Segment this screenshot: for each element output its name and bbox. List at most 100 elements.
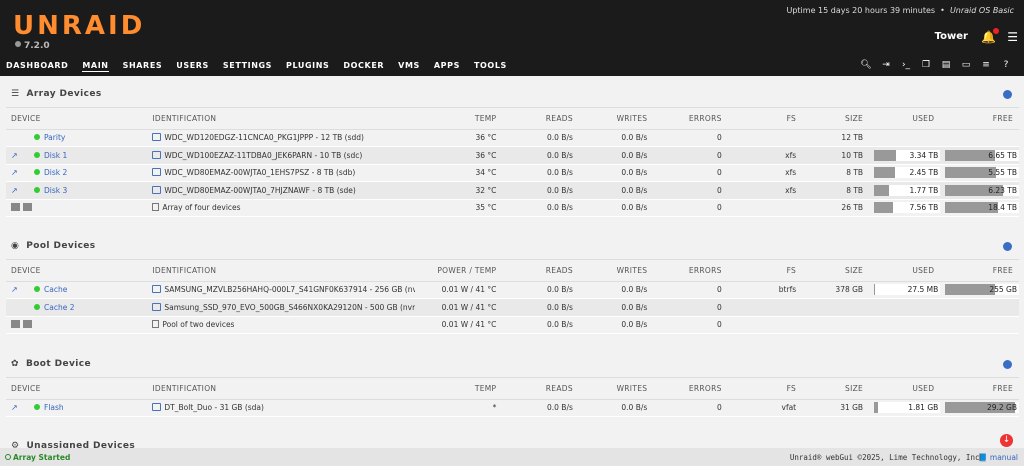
column-header-size: SIZE [802, 108, 870, 130]
scroll-down-icon[interactable]: ↓ [1000, 434, 1013, 447]
free-text: 29.2 GB [986, 403, 1017, 413]
errors-cell: 0 [653, 399, 728, 417]
log-icon[interactable]: ≡ [976, 60, 996, 70]
unraid-logo[interactable]: UNRAID [13, 11, 145, 41]
device-cell: ↗ Disk 1 [6, 146, 148, 165]
feedback-icon[interactable]: ❐ [916, 60, 936, 70]
open-device-icon[interactable]: ↗ [11, 186, 21, 195]
open-device-icon[interactable]: ↗ [11, 151, 21, 160]
open-device-icon[interactable]: ↗ [11, 403, 21, 412]
device-cell: ↗ Disk 3 [6, 181, 148, 200]
nav-vms[interactable]: VMS [398, 61, 420, 72]
identification-cell: WDC_WD120EDGZ-11CNCA0_PKG1JPPP - 12 TB (… [147, 129, 416, 147]
manual-link[interactable]: 📘 manual [978, 453, 1018, 462]
device-link[interactable]: Cache [44, 285, 67, 294]
device-link[interactable]: Disk 3 [44, 186, 67, 195]
status-dot-icon [34, 169, 40, 176]
status-dot-icon [15, 41, 21, 47]
os-edition[interactable]: Unraid OS Basic [950, 6, 1014, 15]
used-bar: 27.5 MB [874, 284, 941, 296]
table-row: ↗ Disk 3 WDC_WD80EMAZ-00WJTA0_7HJZNAWF - 8… [6, 181, 1019, 200]
device-link[interactable]: Flash [44, 403, 64, 412]
reads-cell: 0.0 B/s [502, 298, 579, 317]
identification-cell: WDC_WD80EMAZ-00WJTA0_7HJZNAWF - 8 TB (sd… [147, 181, 416, 200]
section-title: Boot Device [25, 359, 91, 369]
writes-cell: 0.0 B/s [578, 316, 654, 334]
nav-users[interactable]: USERS [176, 61, 209, 72]
menu-icon[interactable]: ☰ [1007, 30, 1018, 44]
status-dot-icon [34, 303, 40, 310]
temp-cell: 36 °C [415, 146, 503, 165]
gauge-icon[interactable] [1003, 360, 1012, 369]
gauge-icon[interactable] [1003, 242, 1012, 251]
identification-cell: DT_Bolt_Duo - 31 GB (sda) [147, 399, 416, 417]
nav-tools[interactable]: TOOLS [474, 61, 507, 72]
column-header-reads: READS [502, 108, 579, 130]
used-text: 3.34 TB [909, 150, 939, 160]
array-status-text: Array Started [13, 452, 71, 462]
device-link[interactable]: Parity [44, 133, 65, 142]
errors-cell: 0 [653, 164, 728, 182]
boot-device-section: ✿ Boot Device DEVICE IDENTIFICATION TEMP REA… [6, 351, 1019, 417]
column-header-reads: READS [502, 260, 579, 282]
used-text: 27.5 MB [907, 285, 939, 295]
table-header-row: DEVICE IDENTIFICATION TEMP READS WRITES ERROR… [6, 108, 1019, 130]
uptime-info: Uptime 15 days 20 hours 39 minutes • Unr… [786, 6, 1014, 15]
device-link[interactable]: Disk 2 [44, 168, 67, 177]
fs-cell [727, 298, 803, 317]
notification-badge [993, 28, 999, 34]
identification-cell: WDC_WD100EZAZ-11TDBA0_JEK6PARN - 10 TB (… [147, 146, 416, 165]
pool-icon: ◉ [11, 241, 20, 251]
nav-settings[interactable]: SETTINGS [223, 61, 272, 72]
expand-toggle-icon[interactable] [23, 203, 32, 212]
nav-plugins[interactable]: PLUGINS [286, 61, 329, 72]
identification-text: Samsung_SSD_970_EVO_500GB_S466NX0KA29120… [164, 302, 416, 312]
device-cell [6, 316, 148, 334]
nav-shares[interactable]: SHARES [123, 61, 163, 72]
device-link[interactable]: Cache 2 [44, 303, 74, 312]
nav-main[interactable]: MAIN [82, 61, 109, 72]
nav-dashboard[interactable]: DASHBOARD [6, 61, 68, 72]
free-text: 6.23 TB [988, 185, 1017, 195]
column-header-free: FREE [940, 108, 1019, 130]
size-cell: 10 TB [802, 146, 870, 165]
notification-bell-icon[interactable]: 🔔 [981, 28, 999, 44]
nav-apps[interactable]: APPS [434, 61, 460, 72]
identification-text: WDC_WD80EMAZ-00WJTA0_7HJZNAWF - 8 TB (sd… [164, 185, 356, 195]
manual-text[interactable]: manual [990, 453, 1018, 462]
footer-bar: Array Started Unraid® webGui ©2025, Lime… [0, 448, 1024, 466]
disk-icon [152, 185, 162, 194]
section-title: Pool Devices [26, 241, 96, 251]
used-text: 7.56 TB [909, 203, 939, 213]
nav-docker[interactable]: DOCKER [343, 61, 384, 72]
terminal-icon[interactable]: ›_ [896, 60, 916, 70]
column-header-fs: FS [727, 108, 803, 130]
fs-cell [727, 129, 803, 147]
used-cell: 2.45 TB [869, 164, 941, 182]
column-header-size: SIZE [802, 378, 870, 400]
help-icon[interactable]: ? [996, 60, 1016, 70]
open-device-icon[interactable]: ↗ [11, 168, 21, 177]
database-icon: ☰ [11, 89, 20, 99]
table-header-row: DEVICE IDENTIFICATION POWER / TEMP READS WRI… [6, 260, 1019, 282]
reads-cell: 0.0 B/s [502, 146, 579, 165]
monitor-icon[interactable]: ▭ [956, 60, 976, 70]
version-text: 7.2.0 [24, 41, 50, 51]
size-cell [802, 298, 870, 317]
identification-cell: SAMSUNG_MZVLB256HAHQ-000L7_S41GNF0K63791… [147, 281, 416, 299]
collapse-toggle-icon[interactable] [11, 203, 20, 212]
used-text: 1.81 GB [908, 403, 939, 413]
device-link[interactable]: Disk 1 [44, 151, 67, 160]
gauge-icon[interactable] [1003, 90, 1012, 99]
device-cell: ↗ Flash [6, 399, 148, 417]
identification-cell: Samsung_SSD_970_EVO_500GB_S466NX0KA29120… [147, 298, 416, 317]
reads-cell: 0.0 B/s [502, 181, 579, 200]
expand-toggle-icon[interactable] [23, 320, 32, 329]
column-header-used: USED [869, 260, 941, 282]
size-cell: 8 TB [802, 164, 870, 182]
search-icon[interactable]: 🔍︎ [856, 60, 876, 70]
open-device-icon[interactable]: ↗ [11, 285, 21, 294]
collapse-toggle-icon[interactable] [11, 320, 20, 329]
info-icon[interactable]: ▤ [936, 60, 956, 70]
logout-icon[interactable]: ⇥ [876, 60, 896, 70]
